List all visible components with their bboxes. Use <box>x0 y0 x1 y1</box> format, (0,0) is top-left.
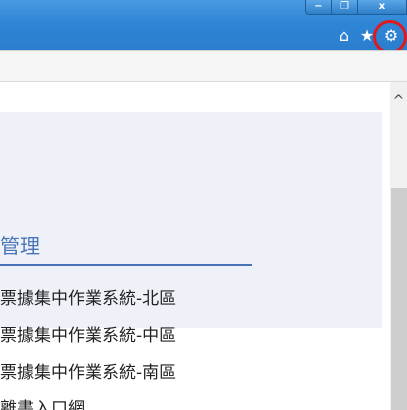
scroll-up-arrow-icon[interactable]: ^ <box>390 90 407 112</box>
minimize-button[interactable]: − <box>305 0 331 15</box>
home-icon[interactable]: ⌂ <box>334 26 354 46</box>
scroll-thumb[interactable] <box>391 188 407 410</box>
link-central-region[interactable]: 票據集中作業系統-中區 <box>0 321 176 346</box>
close-button[interactable]: x <box>357 0 407 15</box>
link-portal[interactable]: 離書入口網 <box>0 394 85 410</box>
title-bar: − ❐ x ⌂ ★ ⚙ <box>0 0 407 54</box>
link-north-region[interactable]: 票據集中作業系統-北區 <box>0 284 176 309</box>
restore-button[interactable]: ❐ <box>331 0 357 15</box>
command-bar <box>0 50 407 82</box>
gear-highlight-circle <box>373 20 407 54</box>
section-divider <box>0 264 252 266</box>
browser-window: − ❐ x ⌂ ★ ⚙ 管理 票據集中作業系統-北區 票據集中作業系統-中區 票… <box>0 0 407 410</box>
section-title: 管理 <box>0 234 40 258</box>
link-south-region[interactable]: 票據集中作業系統-南區 <box>0 358 176 383</box>
